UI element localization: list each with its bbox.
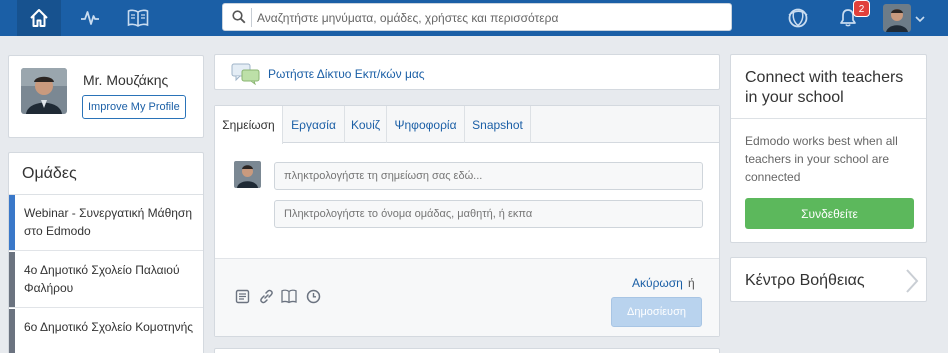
connect-description: Edmodo works best when all teachers in y… — [745, 134, 898, 184]
profile-name[interactable]: Mr. Μουζάκης — [83, 72, 168, 88]
post-composer: Σημείωση Εργασία Κουίζ Ψηφοφορία Snapsho… — [214, 105, 720, 337]
group-label[interactable]: 6ο Δημοτικό Σχολείο Κομοτηνής — [24, 318, 194, 336]
top-nav: 2 — [0, 0, 948, 36]
avatar[interactable] — [883, 4, 911, 32]
search-box[interactable] — [222, 3, 732, 31]
or-label: ή — [688, 276, 695, 290]
library-icon[interactable] — [281, 289, 297, 307]
tab-quiz[interactable]: Κουίζ — [345, 106, 387, 143]
library-icon[interactable] — [120, 0, 156, 36]
groups-card: Ομάδες Webinar - Συνεργατική Μάθηση στο … — [8, 152, 204, 353]
activity-icon[interactable] — [72, 0, 108, 36]
search-divider — [251, 8, 252, 27]
profile-card: Mr. Μουζάκης Improve My Profile — [8, 55, 204, 138]
ask-network-link[interactable]: Ρωτήστε Δίκτυο Εκπ/κών μας — [268, 67, 425, 81]
post-type-tabs: Σημείωση Εργασία Κουίζ Ψηφοφορία Snapsho… — [215, 106, 719, 144]
groups-title: Ομάδες — [22, 165, 77, 182]
file-icon[interactable] — [235, 289, 250, 307]
note-input[interactable] — [274, 162, 703, 190]
profile-avatar[interactable] — [21, 68, 67, 114]
tab-assignment[interactable]: Εργασία — [283, 106, 345, 143]
tab-poll[interactable]: Ψηφοφορία — [387, 106, 465, 143]
link-icon[interactable] — [259, 289, 274, 307]
ask-network-card[interactable]: Ρωτήστε Δίκτυο Εκπ/κών μας — [214, 54, 720, 90]
group-color-bar — [9, 252, 15, 307]
connect-teachers-card: Connect with teachers in your school Edm… — [730, 54, 927, 243]
post-button[interactable]: Δημοσίευση — [611, 297, 702, 327]
divider — [731, 118, 926, 119]
home-icon[interactable] — [17, 0, 61, 36]
chat-bubbles-icon — [231, 63, 261, 88]
help-center-card[interactable]: Κέντρο Βοήθειας — [730, 257, 927, 302]
improve-profile-button[interactable]: Improve My Profile — [82, 95, 186, 119]
notification-badge[interactable]: 2 — [853, 0, 870, 17]
group-item[interactable]: 4ο Δημοτικό Σχολείο Παλαιού Φαλήρου — [9, 252, 203, 308]
chevron-right-icon — [905, 268, 919, 297]
network-icon[interactable] — [780, 0, 816, 36]
help-center-label[interactable]: Κέντρο Βοήθειας — [745, 272, 865, 290]
group-color-bar — [9, 195, 15, 250]
group-item[interactable]: Webinar - Συνεργατική Μάθηση στο Edmodo — [9, 195, 203, 251]
group-color-bar — [9, 309, 15, 353]
group-label[interactable]: 4ο Δημοτικό Σχολείο Παλαιού Φαλήρου — [24, 261, 194, 297]
chevron-down-icon[interactable] — [915, 12, 925, 26]
tab-snapshot[interactable]: Snapshot — [465, 106, 531, 143]
post-stream-card — [214, 348, 720, 353]
composer-footer: Ακύρωση ή Δημοσίευση — [215, 258, 719, 336]
group-label[interactable]: Webinar - Συνεργατική Μάθηση στο Edmodo — [24, 204, 194, 240]
search-input[interactable] — [257, 8, 717, 27]
clock-icon[interactable] — [306, 289, 321, 307]
composer-avatar — [234, 161, 261, 188]
search-icon — [232, 10, 246, 27]
connect-button[interactable]: Συνδεθείτε — [745, 198, 914, 229]
recipient-input[interactable] — [274, 200, 703, 228]
connect-title: Connect with teachers in your school — [745, 69, 904, 106]
group-item[interactable]: 6ο Δημοτικό Σχολείο Κομοτηνής — [9, 309, 203, 353]
tab-note[interactable]: Σημείωση — [215, 106, 283, 144]
cancel-link[interactable]: Ακύρωση — [632, 276, 683, 290]
